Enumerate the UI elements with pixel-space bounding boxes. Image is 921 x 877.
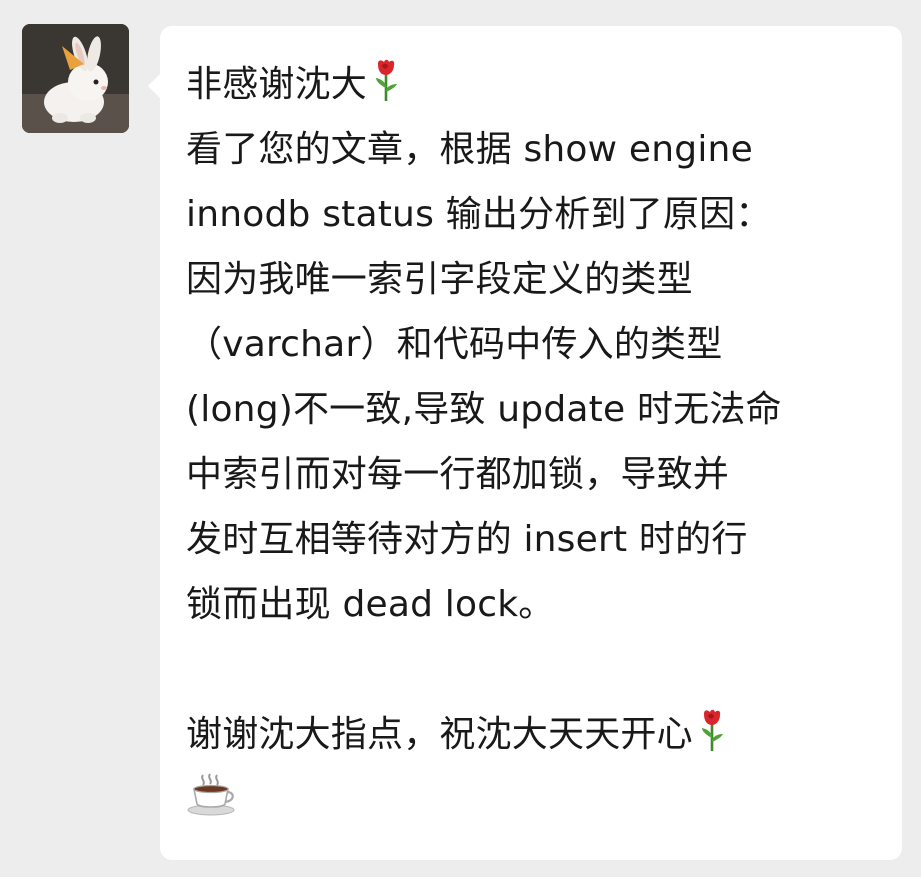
rabbit-avatar-icon [22,24,129,133]
message-line-11: 谢谢沈大指点，祝沈大天天开心 [186,702,874,767]
chat-view: 非感谢沈大 看了您的文章，根据 show engine innodb statu… [0,0,921,877]
message-line-12 [186,767,874,832]
message-line-7: 中索引而对每一行都加锁，导致并 [186,454,730,495]
message-line-3: innodb status 输出分析到了原因： [186,194,772,235]
message-bubble[interactable]: 非感谢沈大 看了您的文章，根据 show engine innodb statu… [148,26,902,860]
message-line-9: 锁而出现 dead lock。 [186,584,555,625]
message-line-5: （varchar）和代码中传入的类型 [186,324,723,365]
hot-coffee-icon [186,771,238,817]
message-line-6: (long)不一致,导致 update 时无法命 [186,389,782,430]
rose-icon [699,708,725,752]
message-line-8: 发时互相等待对方的 insert 时的行 [186,519,748,560]
message-line-1: 非感谢沈大 [186,52,874,117]
message-line-2: 看了您的文章，根据 show engine [186,129,753,170]
rose-icon [373,58,399,102]
contact-avatar[interactable] [22,24,129,133]
bubble-tail [148,74,160,98]
message-line-4: 因为我唯一索引字段定义的类型 [186,259,693,300]
